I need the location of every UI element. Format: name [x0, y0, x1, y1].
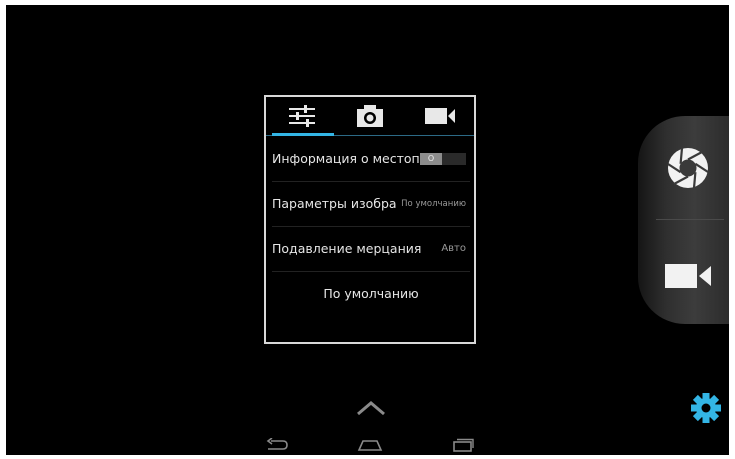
video-camera-icon: [425, 108, 455, 124]
settings-gear-button[interactable]: [690, 392, 722, 424]
capture-control-panel: [638, 116, 729, 324]
image-params-value: По умолчанию: [401, 199, 466, 209]
recents-icon: [453, 438, 474, 452]
navigation-bar: [6, 435, 729, 455]
image-params-label: Параметры изобра: [272, 196, 396, 211]
camera-icon: [357, 105, 383, 127]
tab-settings[interactable]: [268, 97, 336, 136]
tab-video[interactable]: [406, 97, 474, 135]
recents-button[interactable]: [450, 435, 476, 455]
tab-camera[interactable]: [336, 97, 404, 135]
expand-chevron-button[interactable]: [354, 398, 388, 418]
toggle-knob: O: [420, 153, 442, 165]
flicker-value: Авто: [441, 243, 466, 254]
image-params-row[interactable]: Параметры изобра По умолчанию: [272, 182, 470, 227]
shutter-button[interactable]: [658, 138, 718, 198]
restore-defaults-button[interactable]: По умолчанию: [272, 272, 470, 316]
home-button[interactable]: [356, 435, 384, 455]
video-camera-icon: [665, 264, 711, 288]
back-icon: [266, 438, 288, 450]
gear-icon: [691, 393, 721, 423]
settings-tab-bar: [266, 97, 474, 136]
camera-viewfinder: Информация о местопо O Параметры изобра …: [6, 5, 729, 455]
location-info-row[interactable]: Информация о местопо O: [272, 137, 470, 182]
location-toggle[interactable]: O: [420, 153, 466, 165]
flicker-label: Подавление мерцания: [272, 241, 422, 256]
location-info-label: Информация о местопо: [272, 151, 422, 166]
sliders-icon: [289, 105, 315, 127]
back-button[interactable]: [264, 435, 290, 455]
record-video-button[interactable]: [658, 246, 718, 306]
shutter-aperture-icon: [667, 147, 709, 189]
chevron-up-icon: [357, 401, 385, 416]
home-icon: [357, 440, 383, 451]
panel-divider: [656, 219, 724, 220]
flicker-row[interactable]: Подавление мерцания Авто: [272, 227, 470, 272]
camera-settings-popup: Информация о местопо O Параметры изобра …: [264, 95, 476, 344]
